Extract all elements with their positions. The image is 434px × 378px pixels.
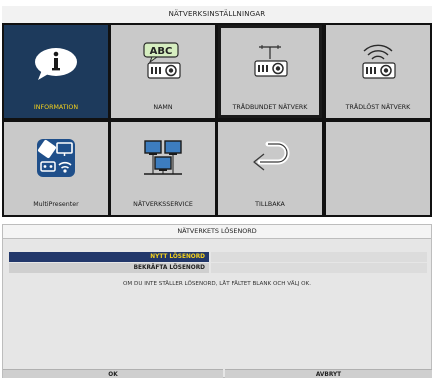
confirm-password-row[interactable]: BEKRÄFTA LÖSENORD — [9, 263, 427, 273]
tile-network-service[interactable]: NÄTVERKSSERVICE — [111, 122, 215, 215]
tile-label: NÄTVERKSSERVICE — [133, 201, 193, 208]
tile-back[interactable]: TILLBAKA — [218, 122, 322, 215]
ok-button[interactable]: OK — [3, 369, 223, 378]
tile-information[interactable]: INFORMATION — [4, 25, 108, 118]
new-password-label: NYTT LÖSENORD — [9, 252, 209, 262]
tile-empty — [326, 122, 430, 215]
wireless-projector-icon — [362, 44, 396, 79]
abc-badge-text: ABC — [150, 46, 173, 57]
wired-projector-icon — [254, 45, 288, 77]
network-settings-menu: NÄTVERKSINSTÄLLNINGAR INFORMATION ABC NA… — [2, 6, 432, 217]
tile-wired-network[interactable]: TRÅDBUNDET NÄTVERK — [218, 25, 322, 118]
tile-multipresenter[interactable]: MultiPresenter — [4, 122, 108, 215]
network-service-icon — [144, 140, 182, 175]
info-icon — [35, 48, 77, 80]
tile-label: MultiPresenter — [33, 201, 79, 208]
multipresenter-icon — [37, 139, 75, 177]
tile-label: TRÅDBUNDET NÄTVERK — [232, 104, 308, 111]
network-password-dialog: NÄTVERKETS LÖSENORD NYTT LÖSENORD BEKRÄF… — [2, 224, 432, 378]
confirm-password-label: BEKRÄFTA LÖSENORD — [9, 263, 209, 273]
password-hint: OM DU INTE STÄLLER LÖSENORD, LÅT FÄLTET … — [123, 281, 311, 287]
tile-label: INFORMATION — [33, 104, 79, 111]
tile-name[interactable]: ABC NAMN — [111, 25, 215, 118]
tile-label: TRÅDLÖST NÄTVERK — [345, 104, 411, 111]
menu-title: NÄTVERKSINSTÄLLNINGAR — [2, 6, 432, 23]
menu-grid: INFORMATION ABC NAMN TRÅDBUNDET NÄTVERK … — [4, 25, 430, 215]
tile-label: NAMN — [153, 104, 173, 111]
tile-wireless-network[interactable]: TRÅDLÖST NÄTVERK — [326, 25, 430, 118]
new-password-field[interactable] — [211, 252, 427, 262]
cancel-button[interactable]: AVBRYT — [225, 369, 432, 378]
new-password-row[interactable]: NYTT LÖSENORD — [9, 252, 427, 262]
back-arrow-icon — [253, 141, 290, 171]
abc-projector-icon: ABC — [143, 42, 181, 79]
confirm-password-field[interactable] — [211, 263, 427, 273]
tile-label: TILLBAKA — [255, 201, 285, 208]
dialog-title: NÄTVERKETS LÖSENORD — [3, 225, 431, 239]
